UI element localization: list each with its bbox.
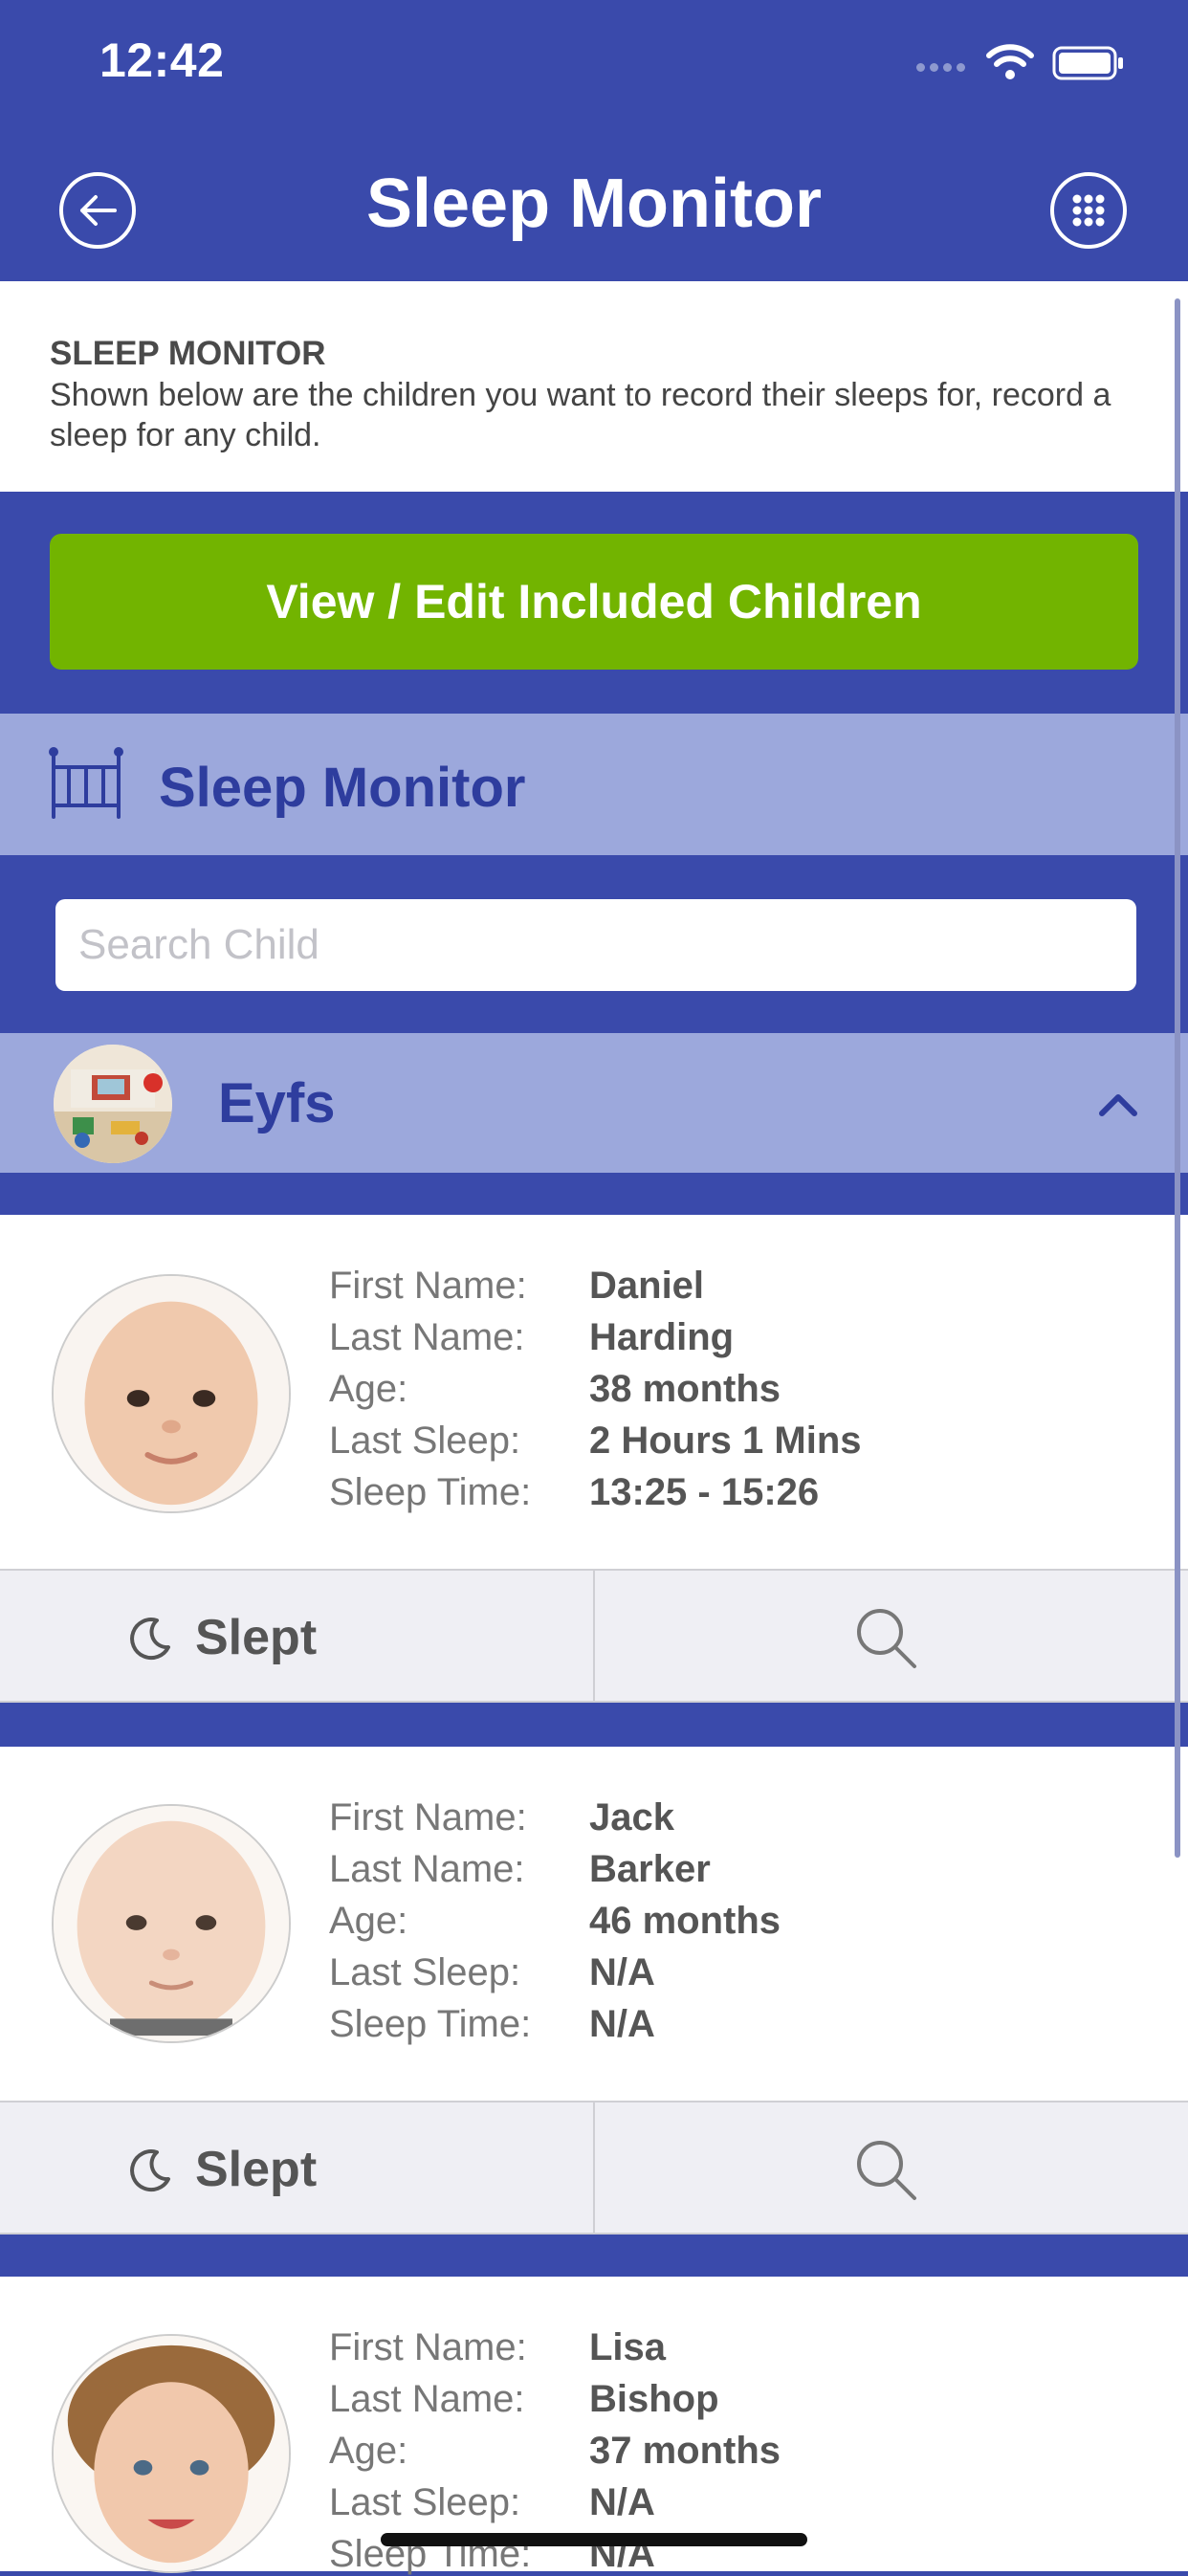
search-icon (857, 1609, 916, 1668)
last-name-label: Last Name: (329, 1316, 525, 1358)
first-name-value: Jack (589, 1796, 674, 1838)
age-label: Age: (329, 2430, 408, 2472)
chevron-up-icon[interactable] (1094, 1081, 1142, 1129)
last-sleep-label: Last Sleep: (329, 2481, 521, 2523)
group-header[interactable] (0, 1033, 1188, 1173)
child-avatar (52, 1274, 291, 1513)
info-text: Shown below are the children you want to… (50, 377, 1111, 453)
page-title: Sleep Monitor (365, 165, 822, 242)
last-name-label: Last Name: (329, 1848, 525, 1890)
child-card: First Name: Last Name: Age: Last Sleep: … (0, 1215, 1188, 1569)
child-card: First Name: Last Name: Age: Last Sleep: … (0, 1747, 1188, 2101)
slept-label: Slept (195, 1610, 318, 1665)
grid-icon (1072, 194, 1105, 227)
age-value: 46 months (589, 1900, 781, 1942)
sleep-time-label: Sleep Time: (329, 1471, 532, 1513)
first-name-label: First Name: (329, 2326, 527, 2368)
last-name-value: Harding (589, 1316, 735, 1358)
first-name-label: First Name: (329, 1796, 527, 1838)
last-name-label: Last Name: (329, 2378, 525, 2420)
sleep-time-value: 13:25 - 15:26 (589, 1471, 820, 1513)
last-name-value: Bishop (589, 2378, 719, 2420)
child-card: First Name: Last Name: Age: Last Sleep: … (0, 2277, 1188, 2575)
battery-icon (1052, 46, 1123, 80)
menu-grid-button[interactable] (1050, 172, 1127, 249)
first-name-label: First Name: (329, 1265, 527, 1307)
first-name-value: Lisa (589, 2326, 667, 2368)
slept-button[interactable]: Slept (0, 2103, 593, 2233)
info-title: SLEEP MONITOR (50, 335, 326, 372)
child-actions: Slept (0, 2101, 1188, 2235)
last-sleep-value: 2 Hours 1 Mins (589, 1420, 862, 1462)
first-name-value: Daniel (589, 1265, 705, 1307)
signal-icon (916, 59, 974, 73)
age-label: Age: (329, 1368, 408, 1410)
age-value: 38 months (589, 1368, 781, 1410)
group-avatar (54, 1045, 172, 1163)
sleep-time-value: N/A (589, 2003, 655, 2045)
home-indicator (381, 2533, 807, 2546)
child-avatar (52, 1804, 291, 2043)
slept-button[interactable]: Slept (0, 1571, 593, 1701)
status-time: 12:42 (99, 33, 225, 87)
age-label: Age: (329, 1900, 408, 1942)
edit-included-children-button[interactable]: View / Edit Included Children (50, 534, 1138, 670)
last-sleep-label: Last Sleep: (329, 1420, 521, 1462)
age-value: 37 months (589, 2430, 781, 2472)
group-name: Eyfs (218, 1072, 336, 1134)
section-title: Sleep Monitor (159, 757, 526, 819)
search-child-input[interactable] (55, 899, 1136, 991)
moon-icon (130, 2149, 170, 2192)
sleep-time-label: Sleep Time: (329, 2003, 532, 2045)
child-avatar (52, 2334, 291, 2573)
view-sleeps-button[interactable] (595, 1571, 1188, 1701)
last-sleep-value: N/A (589, 1951, 655, 1993)
wifi-icon (986, 44, 1034, 79)
view-sleeps-button[interactable] (595, 2103, 1188, 2233)
scrollbar[interactable] (1175, 298, 1180, 1858)
crib-icon (49, 747, 123, 819)
last-sleep-label: Last Sleep: (329, 1951, 521, 1993)
last-sleep-value: N/A (589, 2481, 655, 2523)
search-icon (857, 2141, 916, 2200)
moon-icon (130, 1618, 170, 1661)
slept-label: Slept (195, 2142, 318, 2197)
last-name-value: Barker (589, 1848, 711, 1890)
child-actions: Slept (0, 1569, 1188, 1703)
classroom-image (54, 1045, 172, 1163)
